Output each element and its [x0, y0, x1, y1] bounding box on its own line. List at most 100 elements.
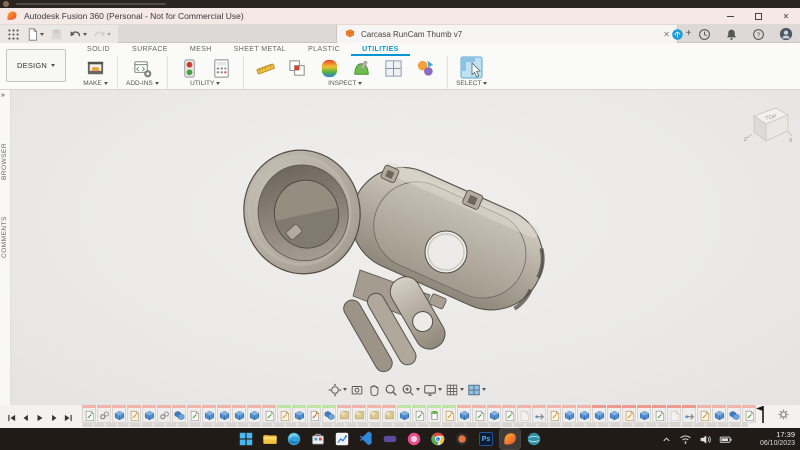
- timeline-feature-extrude[interactable]: [247, 405, 261, 423]
- timeline-feature-sketch-ghost[interactable]: [517, 405, 531, 423]
- timeline-feature-extrude[interactable]: [712, 405, 726, 423]
- media-app-taskbar-button[interactable]: [404, 429, 424, 449]
- profile-avatar-button[interactable]: [776, 25, 796, 43]
- timeline-feature-hole[interactable]: [427, 405, 441, 423]
- volume-button[interactable]: [699, 430, 712, 448]
- interference-button[interactable]: [284, 59, 311, 77]
- orbit-button[interactable]: [328, 382, 347, 397]
- timeline-feature-sketch-ghost[interactable]: [667, 405, 681, 423]
- select-button[interactable]: [456, 56, 488, 79]
- timeline-feature-extrude[interactable]: [457, 405, 471, 423]
- timeline-feature-sketch-orange[interactable]: [307, 405, 321, 423]
- timeline-feature-extrude[interactable]: [637, 405, 651, 423]
- timeline-settings-button[interactable]: [777, 408, 790, 421]
- tray-chevron-button[interactable]: [661, 430, 672, 448]
- timeline-feature-sketch-edit[interactable]: [127, 405, 141, 423]
- close-button[interactable]: ✕: [772, 8, 800, 25]
- redo-button[interactable]: [90, 25, 114, 43]
- extensions-button[interactable]: [668, 25, 687, 43]
- timeline-feature-joint[interactable]: [157, 405, 171, 423]
- wifi-button[interactable]: [679, 430, 692, 448]
- ribbon-tab-sheet-metal[interactable]: SHEET METAL: [223, 44, 297, 56]
- timeline-feature-extrude[interactable]: [487, 405, 501, 423]
- chrome-taskbar-button[interactable]: [428, 429, 448, 449]
- timeline-feature-extrude[interactable]: [592, 405, 606, 423]
- timeline-feature-fillet[interactable]: [382, 405, 396, 423]
- timeline-feature-extrude[interactable]: [112, 405, 126, 423]
- timeline-feature-move[interactable]: [682, 405, 696, 423]
- timeline-feature-sketch[interactable]: [82, 405, 96, 423]
- edge-taskbar-button[interactable]: [284, 429, 304, 449]
- draft-analysis-button[interactable]: [348, 59, 375, 77]
- timeline-feature-fillet[interactable]: [352, 405, 366, 423]
- skip-end-button[interactable]: [62, 409, 74, 427]
- purple-app-taskbar-button[interactable]: [380, 429, 400, 449]
- job-status-button[interactable]: [695, 25, 714, 43]
- skip-start-button[interactable]: [6, 409, 18, 427]
- maximize-button[interactable]: [744, 8, 772, 25]
- ribbon-group-label[interactable]: MAKE: [83, 80, 108, 89]
- timeline-feature-sketch-edit[interactable]: [277, 405, 291, 423]
- expand-panels-button[interactable]: »: [1, 92, 5, 99]
- model-canvas[interactable]: » BROWSER COMMENTS TOP Z X: [0, 90, 800, 405]
- model-viewport[interactable]: [225, 125, 570, 375]
- app-grid-button[interactable]: [4, 25, 23, 43]
- timeline-feature-extrude[interactable]: [292, 405, 306, 423]
- timeline-feature-sketch[interactable]: [187, 405, 201, 423]
- fusion360-taskbar-button[interactable]: [499, 428, 521, 450]
- browser-panel-tab[interactable]: BROWSER: [1, 128, 8, 180]
- photoshop-taskbar-button[interactable]: Ps: [476, 429, 496, 449]
- timeline-position-marker[interactable]: [754, 405, 766, 424]
- timeline-feature-extrude[interactable]: [607, 405, 621, 423]
- ribbon-group-label[interactable]: ADD-INS: [126, 80, 159, 89]
- ribbon-tab-plastic[interactable]: PLASTIC: [297, 44, 351, 56]
- file-button[interactable]: [23, 25, 47, 43]
- workspace-switcher-button[interactable]: DESIGN: [6, 49, 66, 82]
- ribbon-tab-mesh[interactable]: MESH: [179, 44, 223, 56]
- step-back-button[interactable]: [20, 409, 32, 427]
- timeline-feature-extrude[interactable]: [577, 405, 591, 423]
- step-forward-button[interactable]: [48, 409, 60, 427]
- grid-settings-button[interactable]: [445, 383, 464, 397]
- timeline-feature-extrude[interactable]: [562, 405, 576, 423]
- utility-calculator-button[interactable]: [208, 58, 235, 78]
- help-button[interactable]: ?: [749, 25, 768, 43]
- start-taskbar-button[interactable]: [236, 429, 256, 449]
- timeline-feature-extrude[interactable]: [217, 405, 231, 423]
- timeline-feature-sketch-edit[interactable]: [442, 405, 456, 423]
- timeline-feature-sketch-edit[interactable]: [547, 405, 561, 423]
- undo-button[interactable]: [66, 25, 90, 43]
- ribbon-group-label[interactable]: UTILITY: [190, 80, 221, 89]
- viewcube[interactable]: TOP Z X: [742, 96, 794, 148]
- viewports-button[interactable]: [467, 383, 486, 397]
- addins-scripts-button[interactable]: [129, 59, 156, 77]
- timeline-feature-move[interactable]: [532, 405, 546, 423]
- zoom-button[interactable]: [384, 383, 398, 397]
- timeline-feature-sketch[interactable]: [412, 405, 426, 423]
- minimize-button[interactable]: [716, 8, 744, 25]
- timeline-feature-extrude[interactable]: [202, 405, 216, 423]
- document-tab[interactable]: Carcasa RunCam Thumb v7 ✕: [336, 25, 678, 43]
- look-at-button[interactable]: [350, 383, 364, 397]
- timeline-feature-fillet[interactable]: [367, 405, 381, 423]
- timeline-feature-sketch-edit[interactable]: [622, 405, 636, 423]
- timeline-feature-extrude[interactable]: [397, 405, 411, 423]
- timeline-feature-extrude2[interactable]: [322, 405, 336, 423]
- taskbar-clock[interactable]: 17:39 06/10/2023: [760, 430, 795, 448]
- timeline-feature-sketch[interactable]: [502, 405, 516, 423]
- timeline-scrollbar[interactable]: [82, 423, 748, 427]
- timeline-feature-sketch[interactable]: [652, 405, 666, 423]
- stats-app-taskbar-button[interactable]: [332, 429, 352, 449]
- ribbon-tab-solid[interactable]: SOLID: [76, 44, 121, 56]
- file-explorer-taskbar-button[interactable]: [260, 429, 280, 449]
- comments-panel-tab[interactable]: COMMENTS: [1, 202, 8, 258]
- timeline-feature-extrude2[interactable]: [172, 405, 186, 423]
- measure-button[interactable]: [252, 59, 279, 77]
- timeline-feature-extrude[interactable]: [142, 405, 156, 423]
- ribbon-tab-utilities[interactable]: UTILITIES: [351, 44, 410, 56]
- ribbon-group-label[interactable]: INSPECT: [328, 80, 363, 89]
- store-taskbar-button[interactable]: [308, 429, 328, 449]
- notifications-button[interactable]: [722, 25, 741, 43]
- display-settings-button[interactable]: [423, 383, 442, 397]
- save-button[interactable]: [47, 25, 66, 43]
